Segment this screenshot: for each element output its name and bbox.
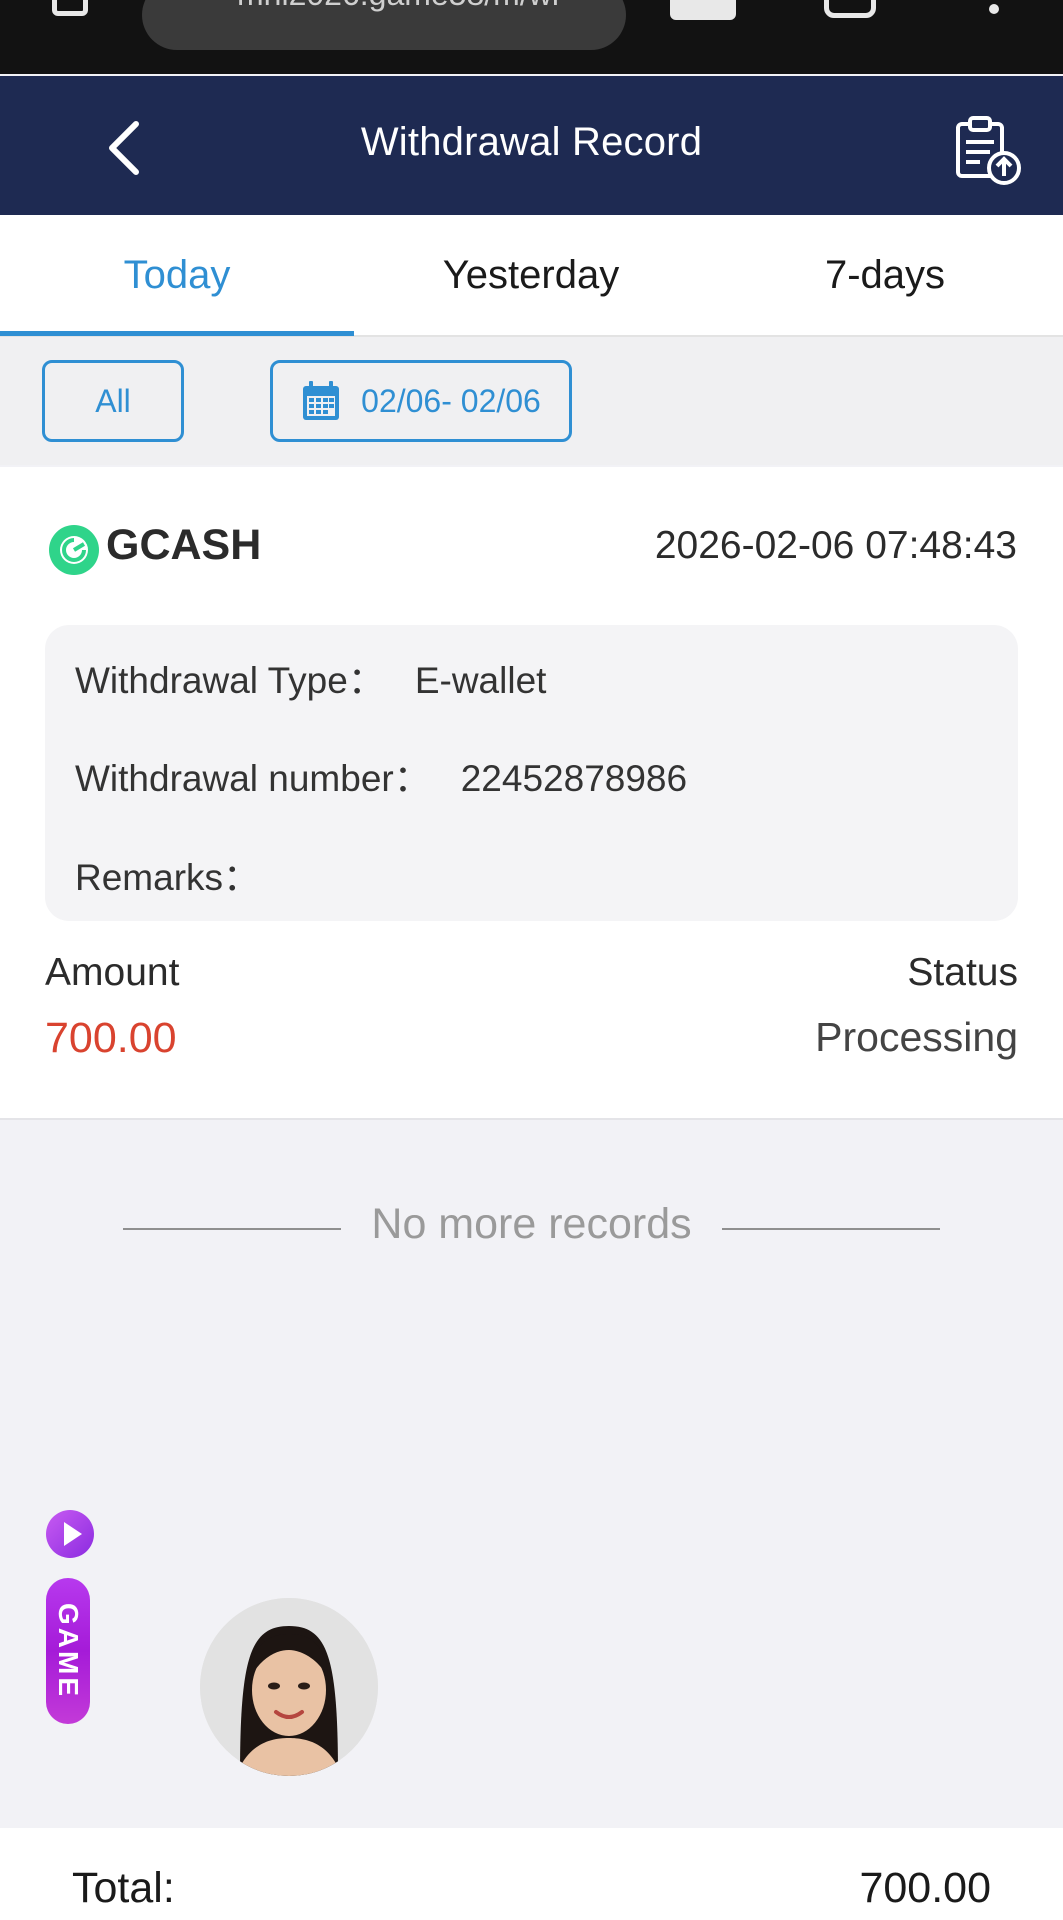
browser-toolbar: mnl2026.game58/m/wi: [0, 0, 1063, 74]
app-header: Withdrawal Record: [0, 76, 1063, 215]
total-label: Total:: [72, 1864, 175, 1912]
withdrawal-number-row: Withdrawal number： 22452878986: [75, 748, 687, 802]
total-bar: Total: 700.00: [0, 1828, 1063, 1920]
clipboard-upload-icon: [956, 116, 1021, 185]
date-tabs: Today Yesterday 7-days: [0, 215, 1063, 337]
payment-method-name: GCASH: [106, 521, 262, 569]
remarks-row: Remarks：: [75, 847, 290, 901]
date-range-button[interactable]: 02/06- 02/06: [270, 360, 572, 442]
game-floating-button[interactable]: GAME: [46, 1578, 90, 1724]
more-menu-icon[interactable]: [989, 4, 999, 14]
filter-bar: All 02/06- 02/06: [0, 337, 1063, 465]
withdrawal-type-value: E-wallet: [414, 660, 547, 701]
amount-label: Amount: [45, 951, 180, 994]
address-bar[interactable]: mnl2026.game58/m/wi: [142, 0, 626, 50]
divider-right: [722, 1228, 940, 1230]
withdrawal-record-card[interactable]: GCASH 2026-02-06 07:48:43 Withdrawal Typ…: [0, 467, 1063, 1120]
address-text: mnl2026.game58/m/wi: [237, 0, 559, 13]
avatar-portrait: [200, 1598, 378, 1776]
date-range-label: 02/06- 02/06: [361, 382, 541, 419]
play-icon[interactable]: [46, 1510, 94, 1558]
amount-value: 700.00: [45, 1014, 177, 1062]
calendar-icon: [303, 381, 340, 420]
record-datetime: 2026-02-06 07:48:43: [654, 524, 1017, 567]
withdrawal-number-value: 22452878986: [460, 758, 688, 799]
type-filter-button[interactable]: All: [42, 360, 184, 442]
type-filter-label: All: [95, 382, 131, 419]
upload-record-button[interactable]: [950, 112, 1026, 188]
withdrawal-type-row: Withdrawal Type： E-wallet: [75, 650, 546, 704]
support-avatar[interactable]: [200, 1598, 378, 1776]
withdrawal-type-label: Withdrawal Type：: [75, 660, 385, 701]
tab-7-days[interactable]: 7-days: [708, 215, 1062, 335]
record-details: Withdrawal Type： E-wallet Withdrawal numb…: [45, 625, 1018, 921]
home-icon[interactable]: [52, 0, 88, 16]
translate-icon[interactable]: [670, 0, 736, 20]
tab-switcher-icon[interactable]: [824, 0, 876, 18]
active-tab-indicator: [0, 331, 354, 336]
remarks-label: Remarks：: [75, 857, 261, 898]
page-title: Withdrawal Record: [360, 120, 703, 164]
game-label: GAME: [53, 1603, 84, 1699]
gcash-logo-icon: [49, 525, 99, 575]
total-value: 700.00: [859, 1864, 991, 1912]
status-value: Processing: [815, 1014, 1018, 1060]
tab-yesterday[interactable]: Yesterday: [354, 215, 708, 335]
withdrawal-number-label: Withdrawal number：: [75, 758, 431, 799]
status-label: Status: [907, 951, 1018, 994]
tab-today[interactable]: Today: [0, 215, 354, 335]
end-of-list-text: No more records: [371, 1200, 692, 1248]
